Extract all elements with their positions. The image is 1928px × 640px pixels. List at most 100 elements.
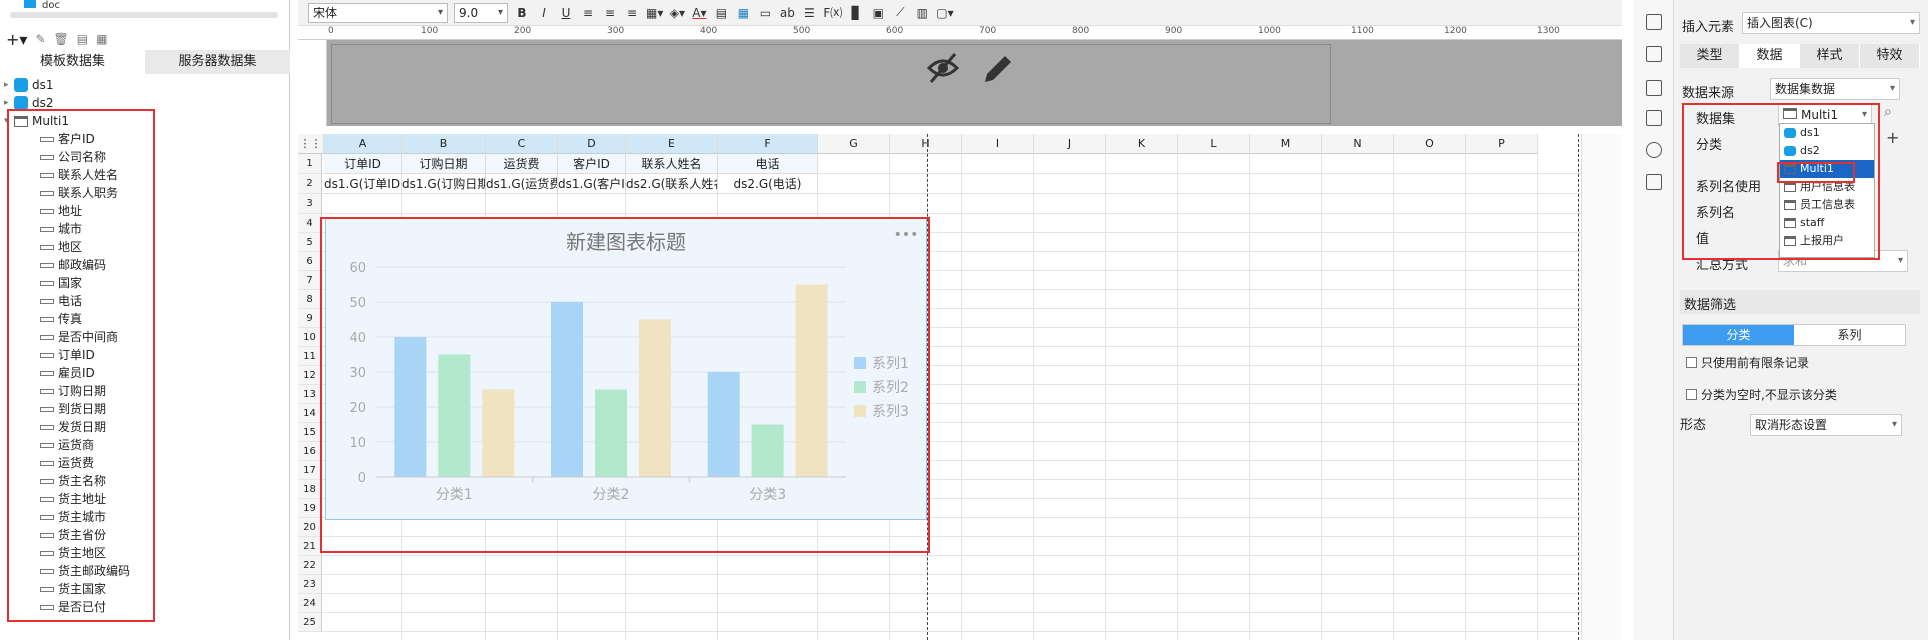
row-header[interactable]: 16: [298, 442, 322, 461]
underline-button[interactable]: U: [558, 6, 574, 20]
fill-color-icon[interactable]: ◈▾: [669, 6, 685, 20]
tab-style[interactable]: 样式: [1800, 44, 1860, 68]
frame-icon[interactable]: ▢▾: [936, 6, 953, 20]
insert-element-select[interactable]: 插入图表(C): [1742, 12, 1920, 34]
row-header[interactable]: 6: [298, 252, 322, 271]
row-header[interactable]: 7: [298, 271, 322, 290]
header-cell[interactable]: 运货费: [486, 154, 558, 174]
column-header[interactable]: L: [1178, 134, 1250, 154]
doc-item[interactable]: doc: [0, 0, 290, 12]
add-icon[interactable]: +▾: [6, 30, 27, 49]
row-header[interactable]: 11: [298, 347, 322, 366]
select-all-corner[interactable]: ⋮⋮: [298, 134, 324, 154]
column-header[interactable]: N: [1322, 134, 1394, 154]
column-header[interactable]: B: [402, 134, 486, 154]
header-cell[interactable]: 电话: [718, 154, 818, 174]
row-header[interactable]: 18: [298, 480, 322, 499]
hyperlink-icon[interactable]: [1646, 142, 1662, 158]
limit-records-checkbox[interactable]: 只使用前有限条记录: [1686, 354, 1809, 371]
font-select[interactable]: 宋体: [308, 2, 448, 23]
filter-section[interactable]: 数据筛选: [1680, 290, 1920, 314]
segment-series[interactable]: 系列: [1794, 325, 1905, 345]
align-center-icon[interactable]: ≡: [602, 6, 618, 20]
preview-icon[interactable]: ▤: [77, 32, 88, 46]
delete-icon[interactable]: 🗑: [54, 32, 69, 46]
header-cell[interactable]: 联系人姓名: [626, 154, 718, 174]
formula-cell[interactable]: ds1.G(订单ID): [324, 174, 402, 194]
tab-server-dataset[interactable]: 服务器数据集: [145, 50, 290, 74]
checkbox-box[interactable]: [1686, 357, 1697, 368]
row-header[interactable]: 21: [298, 537, 322, 556]
column-header[interactable]: J: [1034, 134, 1106, 154]
column-header[interactable]: I: [962, 134, 1034, 154]
page-icon[interactable]: [1646, 174, 1662, 190]
header-cell[interactable]: 客户ID: [558, 154, 626, 174]
hide-empty-checkbox[interactable]: 分类为空时,不显示该分类: [1686, 386, 1837, 403]
formula-icon[interactable]: F⒳: [823, 4, 842, 21]
search-icon[interactable]: ⌕: [1884, 104, 1892, 120]
column-header[interactable]: M: [1250, 134, 1322, 154]
row-header[interactable]: 1: [298, 154, 322, 174]
tab-template-dataset[interactable]: 模板数据集: [0, 50, 145, 74]
slash-icon[interactable]: ⟋: [892, 5, 908, 20]
checkbox-box[interactable]: [1686, 389, 1697, 400]
condition-icon[interactable]: [1646, 110, 1662, 126]
horizontal-scrollbar[interactable]: [10, 12, 278, 18]
row-header[interactable]: 4: [298, 214, 322, 233]
row-header[interactable]: 17: [298, 461, 322, 480]
column-header[interactable]: G: [818, 134, 890, 154]
formula-cell[interactable]: ds2.G(电话): [718, 174, 818, 194]
row-header[interactable]: 22: [298, 556, 322, 575]
row-header[interactable]: 15: [298, 423, 322, 442]
insert-icon[interactable]: ▭: [757, 6, 773, 20]
tab-type[interactable]: 类型: [1680, 44, 1740, 68]
column-header[interactable]: K: [1106, 134, 1178, 154]
column-header[interactable]: E: [626, 134, 718, 154]
tab-effect[interactable]: 特效: [1860, 44, 1920, 68]
column-header[interactable]: C: [486, 134, 558, 154]
align-left-icon[interactable]: ≡: [580, 6, 596, 20]
formula-cell[interactable]: ds1.G(运货费): [486, 174, 558, 194]
row-header[interactable]: 19: [298, 499, 322, 518]
paragraph-icon[interactable]: ☰: [801, 6, 817, 20]
right-scroll-track[interactable]: [1581, 134, 1622, 640]
font-size-select[interactable]: 9.0: [454, 2, 508, 23]
header-cell[interactable]: 订单ID: [324, 154, 402, 174]
column-header[interactable]: F: [718, 134, 818, 154]
tab-data[interactable]: 数据: [1740, 44, 1800, 68]
row-header[interactable]: 2: [298, 174, 322, 194]
align-right-icon[interactable]: ≡: [624, 6, 640, 20]
row-header[interactable]: 10: [298, 328, 322, 347]
formula-cell[interactable]: ds1.G(订购日期): [402, 174, 486, 194]
add-icon[interactable]: +: [1886, 128, 1899, 147]
widget-icon[interactable]: [1646, 80, 1662, 96]
header-cell[interactable]: 订购日期: [402, 154, 486, 174]
column-header[interactable]: H: [890, 134, 962, 154]
expand-icon[interactable]: ▸: [4, 76, 14, 94]
row-header[interactable]: 9: [298, 309, 322, 328]
merge-icon[interactable]: ▤: [713, 6, 729, 20]
row-header[interactable]: 23: [298, 575, 322, 594]
column-header[interactable]: P: [1466, 134, 1538, 154]
column-header[interactable]: O: [1394, 134, 1466, 154]
formula-cell[interactable]: ds1.G(客户ID): [558, 174, 626, 194]
subreport-icon[interactable]: ▥: [914, 6, 930, 20]
shape-select[interactable]: 取消形态设置: [1750, 414, 1902, 436]
row-header[interactable]: 3: [298, 194, 322, 214]
row-header[interactable]: 20: [298, 518, 322, 537]
edit-pencil-icon[interactable]: [977, 48, 1017, 88]
row-header[interactable]: 14: [298, 404, 322, 423]
row-header[interactable]: 24: [298, 594, 322, 613]
font-color-icon[interactable]: A▾: [691, 6, 707, 20]
tree-item-ds1[interactable]: ▸ ds1: [4, 76, 288, 94]
server-icon[interactable]: ▦: [96, 32, 107, 46]
bold-button[interactable]: B: [514, 6, 530, 20]
cell-attr-icon[interactable]: [1646, 14, 1662, 30]
row-header[interactable]: 12: [298, 366, 322, 385]
row-header[interactable]: 13: [298, 385, 322, 404]
formula-cell[interactable]: ds2.G(联系人姓名): [626, 174, 718, 194]
text-icon[interactable]: ab: [779, 6, 795, 20]
table-grid-icon[interactable]: ▦: [735, 6, 751, 20]
row-header[interactable]: 8: [298, 290, 322, 309]
row-header[interactable]: 5: [298, 233, 322, 252]
